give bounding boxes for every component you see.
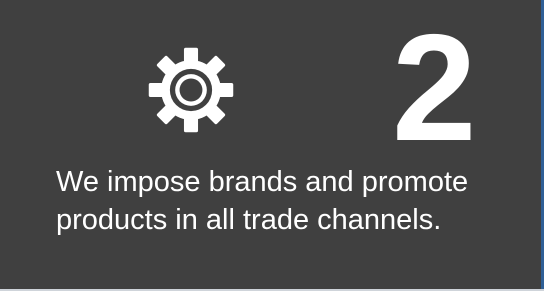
- step-number: 2: [392, 3, 477, 173]
- gear-icon: [148, 47, 234, 133]
- feature-card: 2 We impose brands and promote products …: [0, 0, 541, 289]
- card-description: We impose brands and promote products in…: [56, 166, 469, 236]
